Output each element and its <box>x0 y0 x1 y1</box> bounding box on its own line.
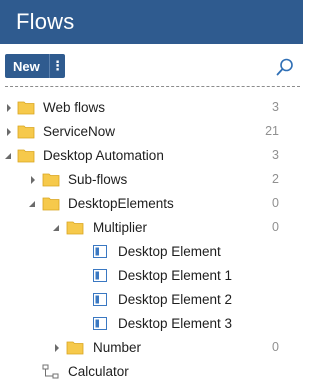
chevron-expanded-icon[interactable] <box>51 222 61 234</box>
item-count: 3 <box>272 100 279 114</box>
tree-item-multiplier[interactable]: Multiplier 0 <box>0 216 303 240</box>
chevron-right-icon[interactable] <box>52 342 62 354</box>
tree-item-desktop-element-2[interactable]: Desktop Element 2 <box>0 288 303 312</box>
item-count: 0 <box>272 220 279 234</box>
tree-item-web-flows[interactable]: Web flows 3 <box>0 96 303 120</box>
desktop-element-icon <box>93 245 107 258</box>
folder-icon <box>17 125 35 139</box>
tree-item-label: Desktop Element <box>118 244 221 259</box>
toolbar-divider <box>5 86 300 87</box>
tree-item-label: Desktop Element 3 <box>118 316 233 331</box>
flow-icon <box>42 364 59 379</box>
folder-icon <box>66 221 84 235</box>
tree-item-label: Calculator <box>68 364 129 379</box>
search-icon[interactable] <box>275 57 295 77</box>
chevron-expanded-icon[interactable] <box>27 198 37 210</box>
chevron-right-icon[interactable] <box>28 174 38 186</box>
chevron-expanded-icon[interactable] <box>3 150 13 162</box>
app-header: Flows <box>0 0 303 44</box>
tree-item-label: Desktop Element 1 <box>118 268 233 283</box>
tree-item-label: Desktop Element 2 <box>118 292 233 307</box>
tree-item-label: Web flows <box>43 100 106 115</box>
toolbar: New ⋮ <box>0 44 303 88</box>
item-count: 0 <box>272 340 279 354</box>
folder-icon <box>42 173 60 187</box>
tree-item-label: Desktop Automation <box>43 148 164 163</box>
desktop-element-icon <box>93 317 107 330</box>
new-button-label[interactable]: New <box>5 59 49 74</box>
item-count: 2 <box>272 172 279 186</box>
tree-item-sub-flows[interactable]: Sub-flows 2 <box>0 168 303 192</box>
tree-item-number[interactable]: Number 0 <box>0 336 303 360</box>
tree-item-desktop-automation[interactable]: Desktop Automation 3 <box>0 144 303 168</box>
tree-item-desktopelements[interactable]: DesktopElements 0 <box>0 192 303 216</box>
chevron-right-icon[interactable] <box>4 102 14 114</box>
item-count: 0 <box>272 196 279 210</box>
folder-icon <box>17 149 35 163</box>
tree-item-label: Sub-flows <box>68 172 128 187</box>
tree-item-desktop-element-3[interactable]: Desktop Element 3 <box>0 312 303 336</box>
tree-item-desktop-element[interactable]: Desktop Element <box>0 240 303 264</box>
desktop-element-icon <box>93 293 107 306</box>
tree-item-label: ServiceNow <box>43 124 116 139</box>
folder-icon <box>42 197 60 211</box>
folder-icon <box>66 341 84 355</box>
item-count: 3 <box>272 148 279 162</box>
tree-item-calculator[interactable]: Calculator <box>0 360 303 384</box>
tree-item-servicenow[interactable]: ServiceNow 21 <box>0 120 303 144</box>
folder-icon <box>17 101 35 115</box>
page-title: Flows <box>16 9 75 34</box>
desktop-element-icon <box>93 269 107 282</box>
new-button[interactable]: New ⋮ <box>5 54 65 78</box>
tree-item-label: Multiplier <box>93 220 148 235</box>
chevron-right-icon[interactable] <box>4 126 14 138</box>
item-count: 21 <box>265 124 279 138</box>
more-options-icon[interactable]: ⋮ <box>50 54 65 78</box>
tree-item-label: DesktopElements <box>68 196 174 211</box>
tree-item-desktop-element-1[interactable]: Desktop Element 1 <box>0 264 303 288</box>
tree-item-label: Number <box>93 340 142 355</box>
